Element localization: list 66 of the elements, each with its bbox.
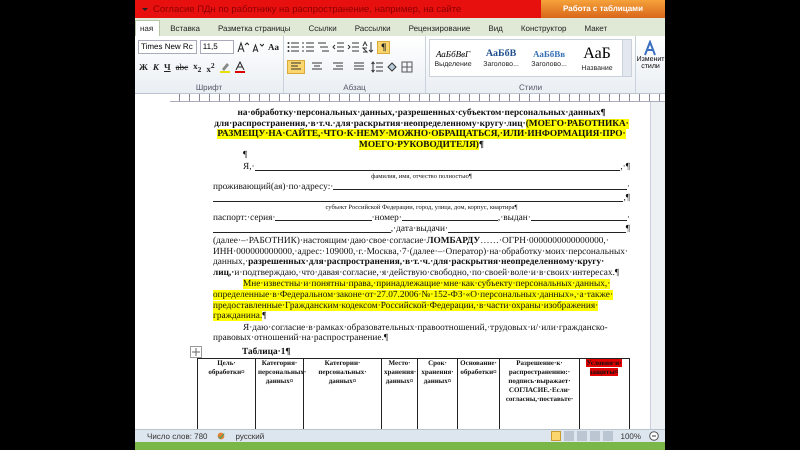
- ribbon-tab[interactable]: Рецензирование: [400, 20, 478, 36]
- bullet-list-icon[interactable]: [287, 41, 299, 53]
- ribbon-tab[interactable]: ная: [135, 20, 160, 36]
- ribbon-tab[interactable]: Конструктор: [512, 20, 574, 36]
- line-spacing-icon[interactable]: [371, 61, 383, 73]
- font-name-field[interactable]: Times New Rc: [138, 40, 197, 54]
- field-label: ,·дата·выдачи·: [390, 224, 448, 235]
- field-label: ·: [626, 182, 630, 192]
- increase-indent-icon[interactable]: [347, 41, 359, 53]
- ribbon-tab[interactable]: Разметка страницы: [210, 20, 299, 36]
- show-marks-button[interactable]: ¶: [377, 40, 390, 54]
- format-button[interactable]: Ж: [138, 62, 149, 72]
- zoom-level: 100%: [620, 432, 641, 440]
- format-button[interactable]: x$_{2}$: [192, 60, 202, 74]
- align-lines-icon: [332, 62, 344, 72]
- heading-text: для·распространения,·в·т.ч.·для·раскрытия·неопределенному·кругу·лиц·(МОЕГО·РАБОТНИКА·РАЗМЕЩУ·НА·САЙТЕ,·ЧТО·К·НЕМУ·МОЖНО·ОБРАЩАТЬСЯ,·ИЛИ·ИНФОРМАЦИЯ·ПРО·МОЕГО·РУКОВОДИТЕЛЯ)¶: [213, 118, 630, 150]
- group-label: Стили: [518, 83, 544, 92]
- align-lines-icon: [290, 62, 302, 72]
- font-size-field[interactable]: 11,5: [200, 40, 234, 54]
- format-button[interactable]: abc: [174, 62, 190, 72]
- numbered-list-icon[interactable]: [302, 41, 314, 53]
- align-button[interactable]: [287, 60, 305, 74]
- dropdown-icon[interactable]: [141, 5, 149, 13]
- window-title: Согласие ПДн по работнику на распространение, например, на сайте: [153, 4, 462, 14]
- format-button[interactable]: x$^{2}$: [205, 60, 216, 74]
- field-label: Я,·: [243, 162, 255, 173]
- field-label: ,·¶: [620, 162, 630, 173]
- field-label: ·номер·: [372, 212, 402, 224]
- paragraph-mark: ¶: [243, 150, 248, 160]
- font-color-icon[interactable]: [234, 61, 246, 73]
- ribbon-tab[interactable]: Рассылки: [346, 20, 399, 36]
- paragraph-text: Я·даю·согласие·в·рамках·образовательных·правоотношений,·трудовых·и/·или·гражданско-правовых·отношений·на·распространение.¶: [213, 322, 609, 344]
- field-label: ,¶: [623, 193, 630, 204]
- change-case-button[interactable]: Aa: [267, 42, 280, 52]
- align-lines-icon: [353, 62, 365, 72]
- sort-icon[interactable]: [362, 41, 374, 53]
- align-lines-icon: [311, 62, 323, 72]
- table-title: Таблица·1¶: [242, 346, 290, 358]
- shrink-font-icon[interactable]: [252, 41, 264, 53]
- decrease-indent-icon[interactable]: [332, 41, 344, 53]
- field-label: ·: [626, 212, 630, 224]
- field-label: проживающий(ая)·по·адресу:·: [213, 182, 334, 192]
- ribbon-tab[interactable]: Вид: [480, 20, 511, 36]
- table-move-handle[interactable]: [190, 346, 202, 358]
- ribbon-tab[interactable]: Вставка: [162, 20, 208, 36]
- group-label: Абзац: [342, 83, 367, 92]
- styles-letter-icon: [642, 40, 659, 56]
- field-label: паспорт:·серия·: [213, 212, 276, 224]
- spellcheck-icon[interactable]: [215, 431, 228, 441]
- format-button[interactable]: Ч: [163, 62, 172, 72]
- zoom-out-icon[interactable]: [649, 431, 659, 441]
- ribbon-tab[interactable]: Макет: [576, 20, 616, 36]
- field-label: ¶: [626, 224, 630, 235]
- context-tab-label: Работа с таблицами: [541, 0, 665, 18]
- word-count[interactable]: Число слов: 780: [147, 432, 208, 440]
- field-label: ,·выдан·: [498, 212, 531, 224]
- group-label: Шрифт: [194, 83, 224, 92]
- borders-icon[interactable]: [401, 61, 413, 73]
- multilevel-list-icon[interactable]: [317, 41, 329, 53]
- grow-font-icon[interactable]: [237, 41, 249, 53]
- language-label[interactable]: русский: [235, 432, 264, 440]
- heading-text: на·обработку·персональных·данных,·разрешенных·субъектом·персональных·данных¶: [236, 108, 607, 119]
- format-button[interactable]: К: [152, 62, 160, 72]
- ribbon-tab[interactable]: Ссылки: [300, 20, 345, 36]
- styles-scrollbar[interactable]: [622, 40, 632, 76]
- vertical-scrollbar[interactable]: [650, 102, 665, 429]
